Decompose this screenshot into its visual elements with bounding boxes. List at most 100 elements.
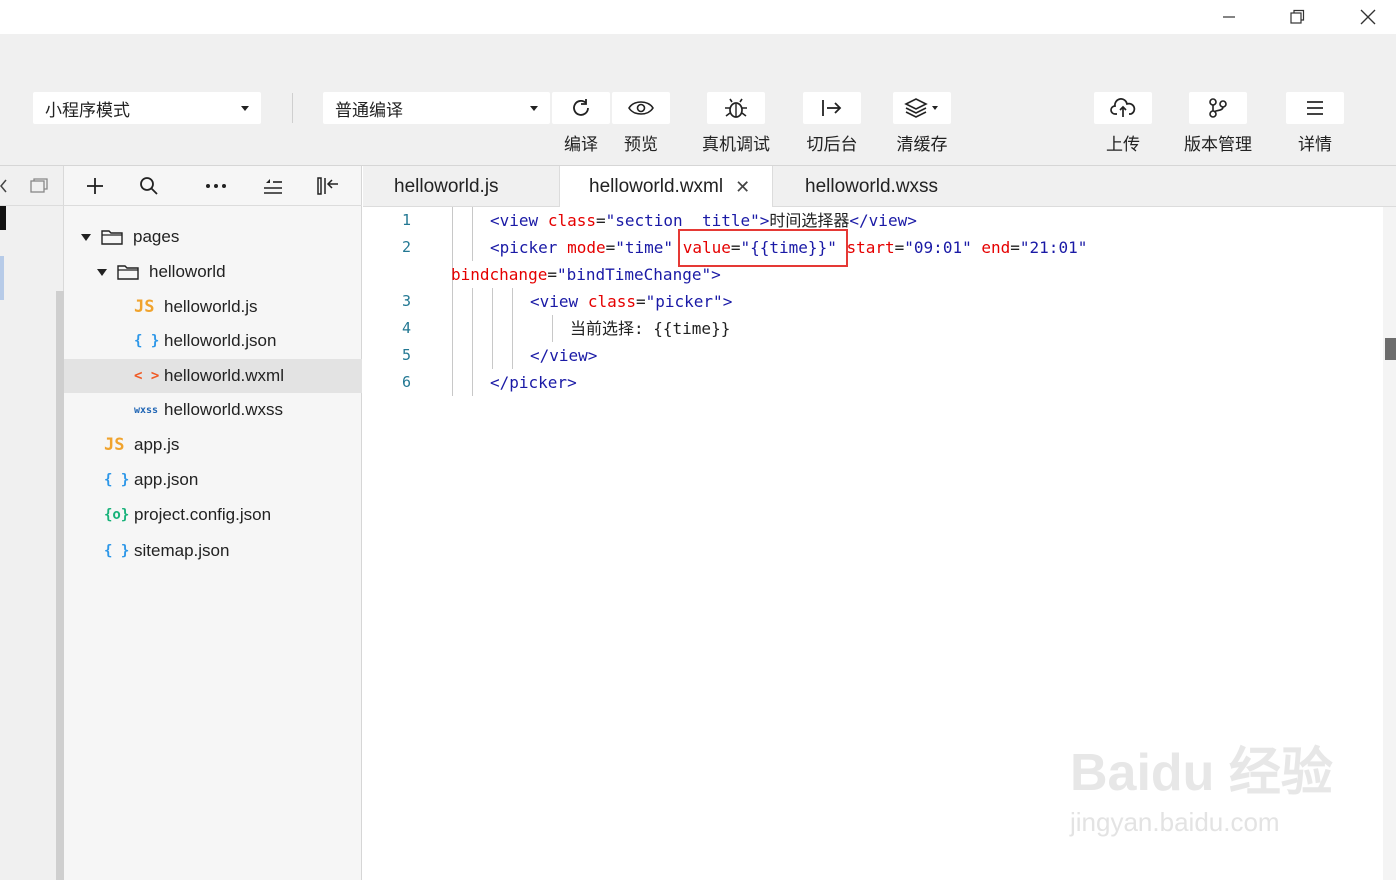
code-token: start: [846, 238, 895, 257]
code-token: >: [711, 265, 721, 284]
tree-file-helloworld-js[interactable]: JS helloworld.js: [64, 290, 362, 324]
tree-label: helloworld: [149, 262, 226, 281]
tab-label: helloworld.wxml: [589, 176, 724, 197]
close-window-button[interactable]: [1345, 0, 1391, 34]
tree-file-helloworld-wxml[interactable]: < > helloworld.wxml: [64, 359, 362, 393]
preview-button[interactable]: [612, 92, 670, 124]
title-bar: [0, 0, 1396, 34]
code-token: 当前选择: {{time}}: [570, 319, 731, 338]
json-file-icon: { }: [104, 472, 130, 488]
window-icon[interactable]: [30, 178, 48, 194]
indent-guide: [472, 288, 473, 396]
tab-helloworld-wxss[interactable]: helloworld.wxss: [774, 166, 1004, 207]
upload-button[interactable]: [1094, 92, 1152, 124]
compile-button[interactable]: [552, 92, 610, 124]
indent-guide: [452, 207, 453, 396]
strip-scrollbar[interactable]: [56, 291, 64, 880]
tree-label: helloworld.wxss: [164, 400, 284, 419]
tree-file-helloworld-wxss[interactable]: wxss helloworld.wxss: [64, 393, 362, 427]
restore-button[interactable]: [1274, 0, 1320, 34]
editor-scrollbar-thumb[interactable]: [1385, 338, 1396, 360]
tree-file-helloworld-json[interactable]: { } helloworld.json: [64, 324, 362, 358]
version-management-label: 版本管理: [1184, 135, 1252, 154]
tab-helloworld-wxml[interactable]: helloworld.wxml ✕: [559, 166, 773, 208]
details-button[interactable]: [1286, 92, 1344, 124]
restore-icon: [1290, 9, 1305, 24]
mode-select[interactable]: 小程序模式: [33, 92, 261, 124]
mode-select-value: 小程序模式: [45, 100, 130, 120]
strip-marker: [0, 206, 6, 230]
line-number: 6: [401, 373, 411, 391]
tree-folder-pages[interactable]: pages: [64, 220, 362, 254]
editor-scrollbar[interactable]: [1383, 207, 1396, 880]
line-number: 4: [401, 319, 411, 337]
code-token: </view>: [530, 346, 598, 365]
more-icon: [206, 184, 226, 188]
toolbar: 小程序模式 普通编译 编译 预览 真机调试 切后台 清缓存 上传 版本管理 详情: [0, 34, 1396, 166]
expanded-triangle-icon: [97, 268, 107, 276]
switch-background-button[interactable]: [803, 92, 861, 124]
tab-helloworld-js[interactable]: helloworld.js: [363, 166, 559, 207]
clear-cache-label: 清缓存: [896, 135, 948, 154]
folder-icon: [117, 265, 139, 280]
tree-file-app-js[interactable]: JS app.js: [64, 428, 362, 462]
code-token: =: [595, 211, 606, 230]
editor-tabs: helloworld.js helloworld.wxml ✕ hellowor…: [363, 166, 1396, 208]
minimize-button[interactable]: [1206, 0, 1252, 34]
clear-cache-button[interactable]: [893, 92, 951, 124]
code-token: "picker": [645, 292, 723, 311]
collapse-panel-icon[interactable]: [0, 178, 8, 194]
code-token: >: [759, 211, 770, 230]
code-token: "bindTimeChange": [556, 265, 712, 284]
file-explorer: pages helloworld JS helloworld.js { } he…: [64, 166, 362, 880]
tree-label: helloworld.wxml: [164, 366, 284, 385]
code-token: </picker>: [490, 373, 577, 392]
code-token: "time": [615, 238, 674, 257]
tree-file-app-json[interactable]: { } app.json: [64, 463, 362, 497]
wxss-file-icon: wxss: [134, 404, 159, 416]
more-options-button[interactable]: [196, 166, 236, 206]
tree-file-sitemap-json[interactable]: { } sitemap.json: [64, 534, 362, 568]
layers-icon: [904, 98, 938, 118]
code-token: "21:01": [1019, 238, 1088, 257]
refresh-icon: [573, 99, 589, 116]
compile-mode-value: 普通编译: [335, 100, 403, 120]
wxml-file-icon: < >: [134, 368, 160, 384]
tab-label: helloworld.js: [394, 175, 499, 197]
code-token: "section__title": [605, 211, 760, 230]
folder-icon: [101, 230, 123, 245]
search-icon: [140, 177, 158, 195]
line-number: 3: [401, 292, 411, 310]
code-token: class: [547, 211, 596, 230]
code-token: <view: [530, 292, 579, 311]
tree-label: pages: [133, 227, 180, 246]
tab-label: helloworld.wxss: [805, 175, 939, 197]
hide-panel-button[interactable]: [308, 166, 348, 206]
compile-mode-select[interactable]: 普通编译: [323, 92, 550, 124]
collapse-tree-button[interactable]: [253, 166, 293, 206]
tree-label: project.config.json: [134, 505, 272, 524]
version-management-button[interactable]: [1189, 92, 1247, 124]
code-token: <view: [490, 211, 539, 230]
indent-guide: [552, 315, 553, 342]
code-token: <picker: [490, 238, 558, 257]
chevron-down-icon: [241, 105, 249, 111]
json-file-icon: { }: [104, 543, 130, 559]
add-file-button[interactable]: [75, 166, 115, 206]
tree-file-project-config[interactable]: {o} project.config.json: [64, 498, 362, 532]
watermark-url: jingyan.baidu.com: [1070, 807, 1280, 837]
strip-selection: [0, 256, 4, 300]
tree-folder-helloworld[interactable]: helloworld: [64, 255, 362, 289]
code-line-5: </view>: [530, 342, 597, 369]
switch-background-label: 切后台: [806, 135, 858, 154]
close-tab-icon[interactable]: ✕: [735, 177, 750, 198]
line-number: 1: [401, 211, 411, 229]
menu-icon: [1307, 101, 1323, 115]
minimize-icon: [1223, 16, 1235, 18]
remote-debug-button[interactable]: [707, 92, 765, 124]
code-line-3: <view class="picker">: [530, 292, 733, 311]
line-number: 5: [401, 346, 411, 364]
search-files-button[interactable]: [129, 166, 169, 206]
code-token: >: [722, 292, 733, 311]
activity-strip: [0, 166, 64, 880]
